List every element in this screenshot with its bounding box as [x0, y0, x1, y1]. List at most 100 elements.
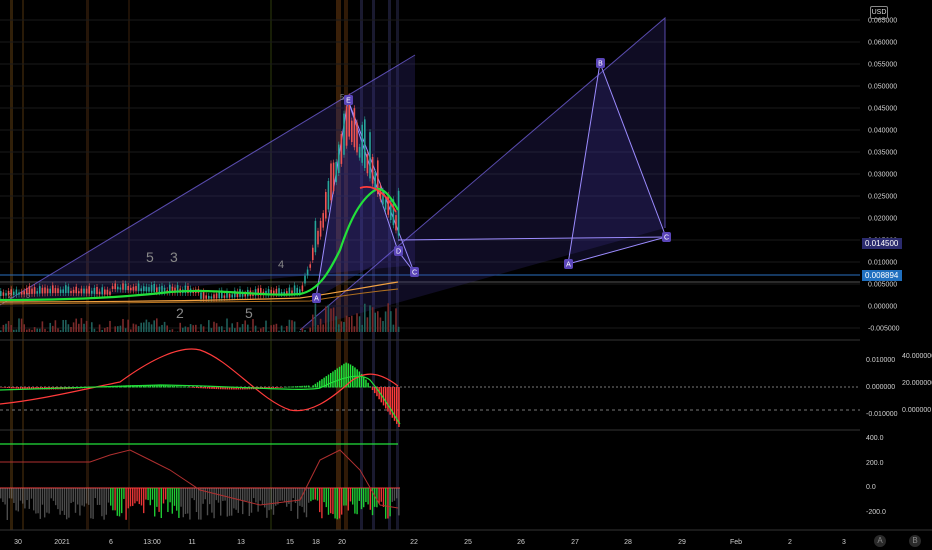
oscillator-bar	[165, 488, 167, 500]
histogram-bar	[198, 387, 200, 389]
price-tick-label: 0.055000	[868, 62, 897, 69]
candle-body	[54, 288, 57, 294]
oscillator-bar	[48, 488, 50, 514]
volume-bar	[192, 325, 194, 332]
price-tick-label: 0.000000	[868, 304, 897, 311]
candle-body	[309, 264, 311, 268]
volume-bar	[153, 320, 155, 332]
histogram-bar	[15, 387, 17, 389]
candle-body	[293, 285, 296, 294]
histogram-bar	[338, 366, 341, 388]
secondary-price-badge: 0.008894	[862, 270, 903, 281]
time-axis[interactable]: 30 2021 6 13:00 11 13 15 18 20 22 25 26 27 28 29 Feb 2 3	[14, 539, 846, 546]
oscillator-bar	[17, 488, 19, 512]
oscillator-bar	[209, 488, 211, 505]
price-axis[interactable]: 0.0650000.0600000.0550000.0500000.045000…	[868, 18, 900, 333]
pattern-point-label: C	[412, 270, 417, 277]
candle-body	[2, 292, 5, 296]
histogram-bar	[312, 385, 314, 388]
candle-body	[150, 285, 153, 292]
volume-bar	[382, 321, 384, 332]
oscillator-bar	[279, 488, 281, 501]
histogram-bar	[310, 386, 312, 388]
oscillator-bar	[385, 488, 387, 519]
histogram-bar	[176, 386, 178, 388]
volume-bar	[124, 328, 127, 332]
candle-body	[296, 287, 298, 294]
volume-bar	[384, 311, 387, 332]
volume-bar	[301, 327, 304, 332]
volume-bar	[140, 322, 142, 332]
currency-label[interactable]: USD	[870, 6, 888, 19]
pattern-point-label: B	[598, 61, 603, 68]
volume-bar	[5, 323, 7, 332]
oscillator-bar	[349, 488, 352, 502]
candle-body	[306, 269, 309, 276]
oscillator-bar	[61, 488, 63, 511]
histogram-bar	[301, 385, 303, 388]
histogram-bar	[365, 379, 367, 388]
osc-tick-label: -0.010000	[866, 411, 898, 418]
oscillator-bar	[74, 488, 77, 513]
volume-bar	[358, 316, 361, 332]
candle-body	[145, 286, 148, 292]
oscillator-bar	[6, 488, 8, 520]
volume-bar	[195, 324, 197, 332]
candle-body	[52, 285, 54, 294]
log-scale-button[interactable]: B	[909, 535, 921, 547]
candle-body	[119, 287, 122, 290]
time-tick-label: 2	[788, 539, 792, 546]
volume-bar	[36, 328, 38, 332]
candle-body	[364, 119, 366, 168]
oscillator-bar	[266, 488, 268, 518]
volume-bar	[327, 304, 330, 332]
histogram-bar	[165, 385, 167, 388]
oscillator-bar	[398, 488, 400, 516]
pattern-point-label: C	[664, 235, 669, 242]
volume-bar	[106, 327, 109, 332]
oscillator-bar	[72, 488, 74, 502]
volume-bar	[57, 328, 59, 332]
volume-bar	[213, 321, 215, 332]
candle-body	[135, 286, 137, 291]
oscillator-bar	[96, 488, 99, 505]
histogram-bar	[22, 387, 24, 389]
candle-body	[361, 124, 363, 163]
oscillator-bar	[158, 488, 160, 512]
volume-bar	[288, 319, 291, 332]
volume-bar	[23, 324, 25, 332]
oscillator-bar	[308, 488, 310, 503]
volume-bar	[330, 308, 332, 332]
histogram-bar	[4, 387, 6, 388]
histogram-bar	[220, 387, 222, 390]
oscillator-bar	[327, 488, 330, 515]
candle-body	[98, 291, 101, 295]
volume-bar	[26, 329, 28, 332]
histogram-bar	[189, 387, 191, 388]
volume-bar	[351, 315, 353, 332]
candle-body	[288, 287, 291, 294]
oscillator-bar	[52, 488, 55, 501]
candle-body	[20, 291, 23, 295]
histogram-bar	[332, 371, 334, 388]
oscillator-bar	[160, 488, 162, 519]
volume-bar	[345, 315, 348, 332]
oscillator-bar	[145, 488, 147, 500]
volume-bar	[200, 324, 202, 332]
histogram-bar	[8, 387, 11, 389]
momentum-oscillator	[0, 488, 400, 520]
volume-bar	[158, 326, 161, 332]
candle-body	[358, 146, 361, 158]
volume-bar	[247, 324, 249, 332]
auto-scale-button[interactable]: A	[874, 535, 886, 547]
price-chart[interactable]: 0.0650000.0600000.0550000.0500000.045000…	[0, 0, 932, 550]
oscillator-bar	[259, 488, 261, 501]
candle-body	[70, 290, 72, 294]
oscillator-bar	[321, 488, 323, 519]
oscillator-bar	[92, 488, 94, 519]
volume-bar	[322, 324, 324, 332]
oscillator-bar	[316, 488, 319, 501]
candle-body	[109, 291, 111, 295]
oscillator-bar	[323, 488, 325, 503]
histogram-bar	[160, 385, 163, 388]
